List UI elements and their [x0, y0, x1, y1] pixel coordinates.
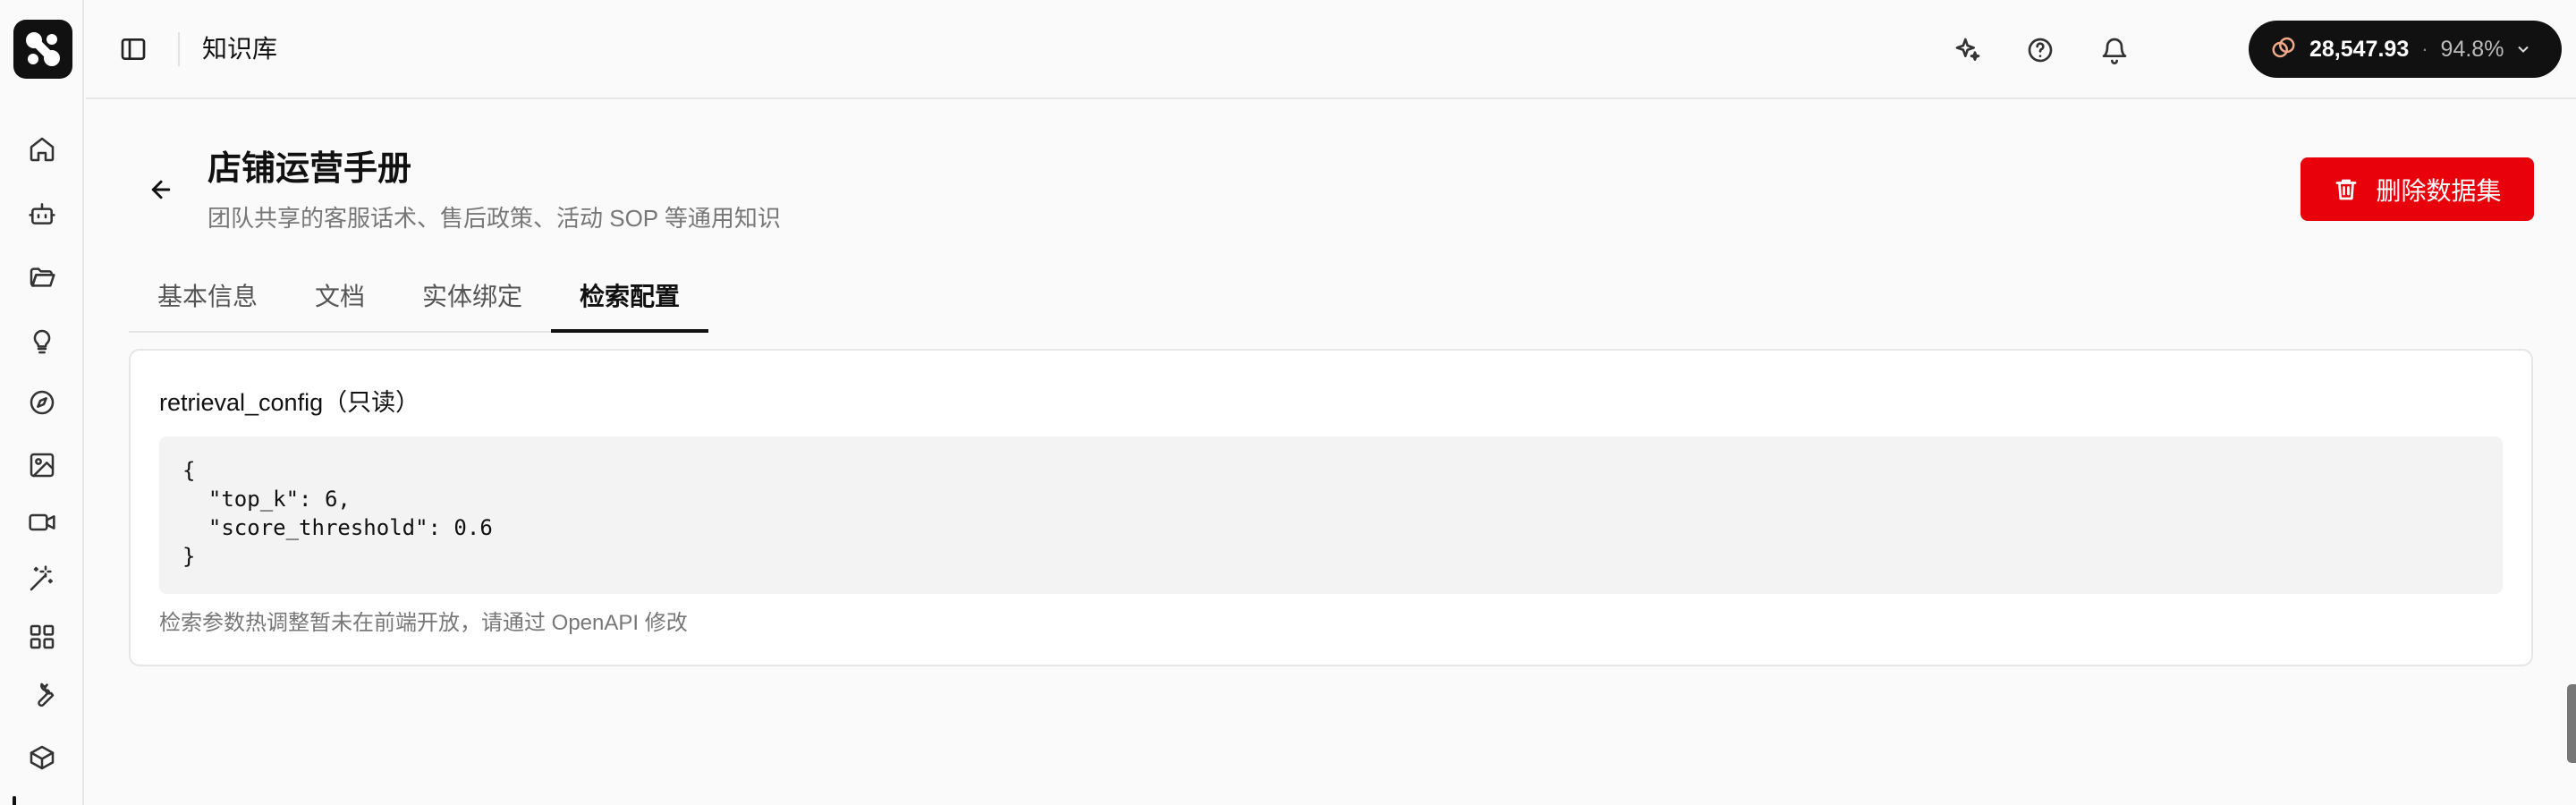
sidebar-item-home[interactable]: [24, 131, 60, 167]
sidebar-panel-icon: [121, 38, 146, 60]
tab-entity-binding[interactable]: 实体绑定: [422, 281, 522, 313]
trash-icon: [2336, 179, 2357, 199]
coins-icon: [2270, 34, 2297, 65]
sidebar-item-package[interactable]: [24, 740, 60, 775]
tab-documents[interactable]: 文档: [315, 281, 365, 313]
credits-balance-dropdown[interactable]: 28,547.93 · 94.8%: [2249, 21, 2562, 78]
sidebar-item-magic[interactable]: [24, 561, 60, 597]
active-tab-indicator: [551, 329, 708, 333]
sidebar-item-video[interactable]: [24, 504, 60, 540]
credits-percent: 94.8%: [2440, 36, 2504, 62]
image-icon: [30, 453, 55, 478]
bot-icon: [29, 203, 55, 225]
section-title: 知识库: [202, 35, 278, 63]
credits-separator: ·: [2421, 38, 2428, 60]
help-button[interactable]: [2022, 32, 2058, 68]
magic-wand-icon: [30, 565, 53, 591]
sidebar-item-folder[interactable]: [24, 259, 60, 295]
sidebar-item-explore[interactable]: [24, 385, 60, 420]
chevron-down-icon: [2514, 40, 2532, 58]
sidebar-toggle-button[interactable]: [116, 32, 150, 66]
sidebar-item-ideas[interactable]: [24, 324, 60, 360]
lightbulb-icon: [33, 329, 51, 354]
package-icon: [30, 745, 55, 770]
sparkles-icon: [1955, 38, 1980, 61]
sidebar-active-indicator: [13, 796, 16, 805]
help-circle-icon: [2028, 38, 2053, 63]
retrieval-config-card: retrieval_config（只读） { "top_k": 6, "scor…: [129, 349, 2533, 666]
page-scrollbar[interactable]: [2567, 684, 2576, 763]
sidebar-item-bot[interactable]: [24, 196, 60, 232]
page-title: 店铺运营手册: [208, 150, 412, 188]
logo-icon: [26, 32, 60, 66]
notifications-button[interactable]: [2097, 32, 2132, 68]
header-divider: [178, 32, 180, 66]
config-code-block: { "top_k": 6, "score_threshold": 0.6 }: [159, 436, 2503, 594]
grid-icon: [30, 624, 55, 649]
card-hint: 检索参数热调整暂未在前端开放，请通过 OpenAPI 修改: [159, 611, 688, 635]
compass-icon: [30, 390, 55, 415]
ai-sparkle-button[interactable]: [1950, 32, 1986, 68]
tab-basic-info[interactable]: 基本信息: [157, 281, 258, 313]
sidebar-item-tools[interactable]: [24, 676, 60, 712]
credits-value: 28,547.93: [2309, 36, 2410, 62]
app-logo[interactable]: [13, 20, 72, 79]
sidebar: [0, 0, 84, 805]
delete-dataset-button[interactable]: 删除数据集: [2301, 157, 2534, 221]
folder-open-icon: [30, 267, 55, 287]
sidebar-item-image[interactable]: [24, 447, 60, 483]
dataset-tabs: 基本信息 文档 实体绑定 检索配置: [129, 268, 701, 333]
back-button[interactable]: [143, 172, 179, 208]
arrow-left-icon: [151, 180, 171, 199]
video-icon: [29, 513, 55, 531]
sidebar-item-apps[interactable]: [24, 619, 60, 655]
delete-dataset-label: 删除数据集: [2376, 176, 2502, 205]
page-subtitle: 团队共享的客服话术、售后政策、活动 SOP 等通用知识: [208, 205, 781, 232]
top-header: 知识库 28,547.93 · 94.8%: [86, 0, 2576, 99]
home-icon: [30, 137, 55, 162]
tab-retrieval-config[interactable]: 检索配置: [580, 281, 680, 313]
card-title: retrieval_config（只读）: [159, 389, 420, 416]
bell-icon: [2102, 38, 2127, 64]
wrench-icon: [38, 682, 55, 708]
